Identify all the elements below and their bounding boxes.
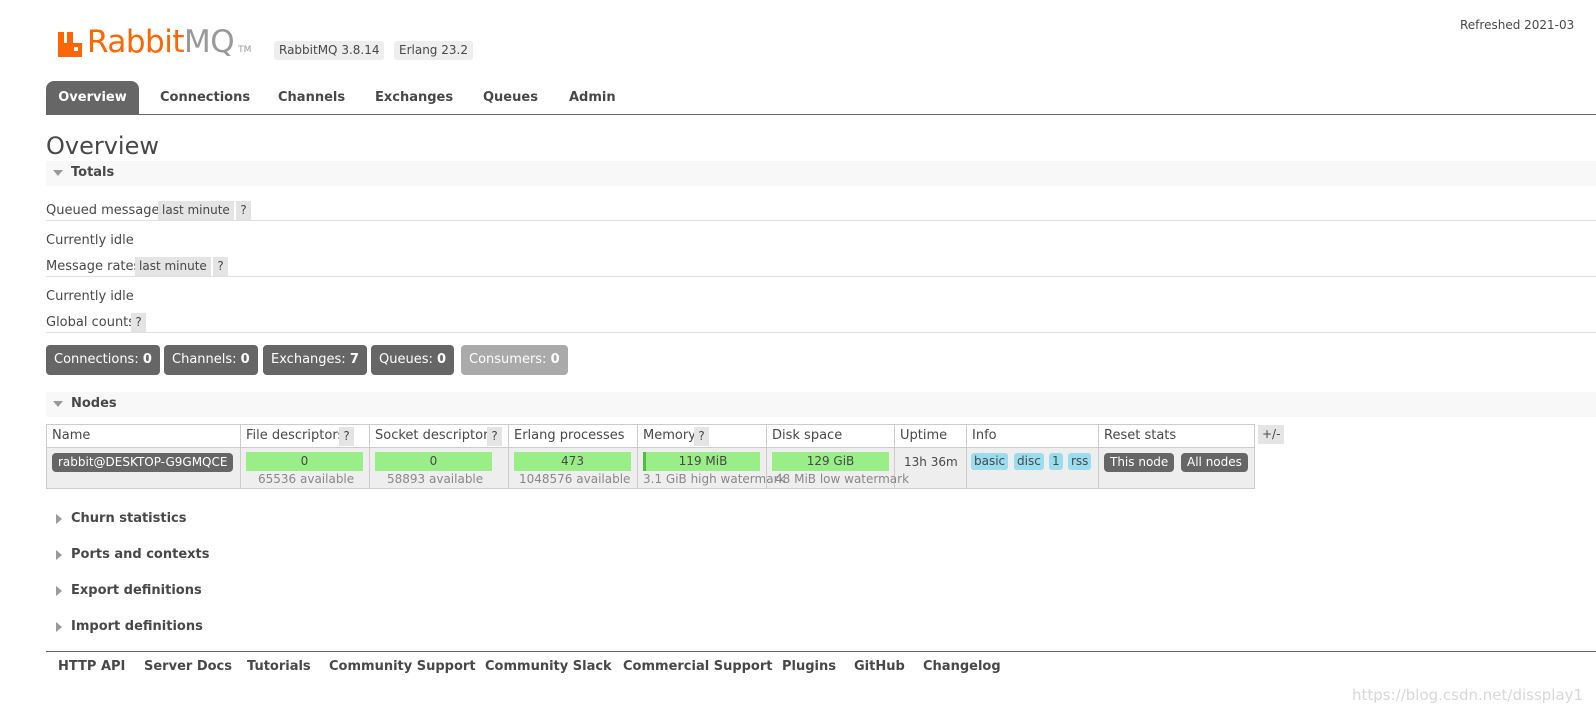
- column-header-memory: Memory ?: [638, 425, 767, 447]
- tab-channels[interactable]: Channels: [278, 81, 345, 114]
- collapse-triangle-icon: [53, 170, 63, 176]
- ports-contexts-title: Ports and contexts: [71, 547, 210, 562]
- reset-all-nodes-button[interactable]: All nodes: [1181, 453, 1248, 472]
- divider: [46, 276, 1596, 277]
- column-header-reset-stats: Reset stats: [1104, 428, 1177, 443]
- memory-help-button[interactable]: ?: [694, 427, 709, 446]
- queued-messages-idle-text: Currently idle: [46, 233, 134, 248]
- tab-admin[interactable]: Admin: [569, 81, 616, 114]
- file-descriptors-help-button[interactable]: ?: [339, 427, 354, 446]
- expand-triangle-icon: [56, 586, 62, 596]
- socket-descriptors-bar: 0: [375, 452, 492, 471]
- import-definitions-section-toggle[interactable]: Import definitions: [46, 616, 446, 640]
- tab-connections[interactable]: Connections: [160, 81, 250, 114]
- nodes-section-toggle[interactable]: Nodes: [46, 392, 1596, 417]
- memory-high-watermark: 3.1 GiB high watermark: [643, 472, 786, 486]
- column-header-uptime: Uptime: [895, 425, 967, 447]
- footer-link-server-docs[interactable]: Server Docs: [144, 659, 232, 674]
- footer-divider: [46, 651, 1596, 652]
- refreshed-timestamp: Refreshed 2021-03: [1460, 18, 1575, 32]
- column-header-info: Info: [967, 425, 1099, 447]
- info-tag-rss: rss: [1068, 453, 1092, 470]
- queued-messages-label: Queued messages: [46, 203, 167, 218]
- queues-count-button[interactable]: Queues: 0: [371, 345, 455, 375]
- column-header-file-descriptors: File descriptors ?: [241, 425, 370, 447]
- divider: [46, 332, 1596, 333]
- footer-link-plugins[interactable]: Plugins: [782, 659, 836, 674]
- blog-watermark: https://blog.csdn.net/dissplay1: [1352, 686, 1584, 704]
- nodes-table: Name File descriptors ? Socket descripto…: [46, 424, 1255, 489]
- footer-link-tutorials[interactable]: Tutorials: [247, 659, 311, 674]
- channels-count-button[interactable]: Channels: 0: [164, 345, 258, 375]
- column-header-disk-space: Disk space: [767, 425, 895, 447]
- nodes-title: Nodes: [71, 396, 117, 411]
- erlang-processes-bar: 473: [514, 452, 631, 471]
- queued-messages-help-button[interactable]: ?: [236, 201, 251, 220]
- message-rates-label: Message rates: [46, 259, 141, 274]
- divider: [46, 220, 1596, 221]
- tab-exchanges[interactable]: Exchanges: [375, 81, 453, 114]
- totals-title: Totals: [71, 165, 115, 180]
- consumers-count-button[interactable]: Consumers: 0: [461, 345, 568, 375]
- expand-triangle-icon: [56, 622, 62, 632]
- churn-statistics-title: Churn statistics: [71, 511, 187, 526]
- footer-link-http-api[interactable]: HTTP API: [58, 659, 125, 674]
- expand-triangle-icon: [56, 514, 62, 524]
- memory-bar: 119 MiB: [643, 452, 760, 471]
- exchanges-count-button[interactable]: Exchanges: 7: [263, 345, 367, 375]
- disk-space-bar: 129 GiB: [772, 452, 889, 471]
- file-descriptors-available: 65536 available: [258, 472, 355, 486]
- export-definitions-title: Export definitions: [71, 583, 202, 598]
- global-counts-label: Global counts: [46, 315, 136, 330]
- rabbitmq-version-badge: RabbitMQ 3.8.14: [274, 41, 385, 60]
- page-title: Overview: [46, 132, 159, 160]
- erlang-version-badge: Erlang 23.2: [394, 41, 473, 60]
- rabbitmq-logo-icon: [58, 32, 82, 57]
- footer-link-community-slack[interactable]: Community Slack: [485, 659, 612, 674]
- queued-messages-range-select[interactable]: last minute: [158, 201, 234, 220]
- node-name-link[interactable]: rabbit@DESKTOP-G9GMQCE: [52, 453, 234, 472]
- ports-contexts-section-toggle[interactable]: Ports and contexts: [46, 544, 446, 568]
- info-tag-disc: disc: [1014, 453, 1044, 470]
- collapse-triangle-icon: [53, 401, 63, 407]
- column-header-name: Name: [47, 425, 241, 447]
- footer-link-commercial-support[interactable]: Commercial Support: [623, 659, 773, 674]
- column-toggle-button[interactable]: +/-: [1258, 425, 1285, 444]
- column-header-erlang-processes: Erlang processes: [509, 425, 638, 447]
- message-rates-help-button[interactable]: ?: [213, 257, 228, 276]
- info-tag-basic: basic: [971, 453, 1009, 470]
- tab-queues[interactable]: Queues: [483, 81, 538, 114]
- tab-overview[interactable]: Overview: [46, 81, 139, 114]
- export-definitions-section-toggle[interactable]: Export definitions: [46, 580, 446, 604]
- global-counts-help-button[interactable]: ?: [131, 313, 146, 332]
- main-nav-tabs: Overview Connections Channels Exchanges …: [46, 81, 1596, 115]
- disk-low-watermark: 48 MiB low watermark: [775, 472, 910, 486]
- footer-link-github[interactable]: GitHub: [854, 659, 905, 674]
- socket-descriptors-help-button[interactable]: ?: [487, 427, 502, 446]
- table-row: rabbit@DESKTOP-G9GMQCE 0 65536 available…: [47, 447, 1254, 488]
- totals-section-toggle[interactable]: Totals: [46, 161, 1596, 186]
- churn-statistics-section-toggle[interactable]: Churn statistics: [46, 508, 446, 532]
- info-tag-count: 1: [1049, 453, 1063, 470]
- column-header-socket-descriptors: Socket descriptors ?: [370, 425, 509, 447]
- file-descriptors-bar: 0: [246, 452, 363, 471]
- erlang-processes-available: 1048576 available: [519, 472, 631, 486]
- footer-link-changelog[interactable]: Changelog: [923, 659, 1001, 674]
- reset-this-node-button[interactable]: This node: [1104, 453, 1175, 472]
- expand-triangle-icon: [56, 550, 62, 560]
- uptime-value: 13h 36m: [904, 455, 958, 469]
- footer-link-community-support[interactable]: Community Support: [329, 659, 476, 674]
- import-definitions-title: Import definitions: [71, 619, 203, 634]
- rabbitmq-logo: RabbitMQ TM: [57, 24, 251, 58]
- socket-descriptors-available: 58893 available: [387, 472, 484, 486]
- message-rates-range-select[interactable]: last minute: [135, 257, 211, 276]
- message-rates-idle-text: Currently idle: [46, 289, 134, 304]
- connections-count-button[interactable]: Connections: 0: [46, 345, 160, 375]
